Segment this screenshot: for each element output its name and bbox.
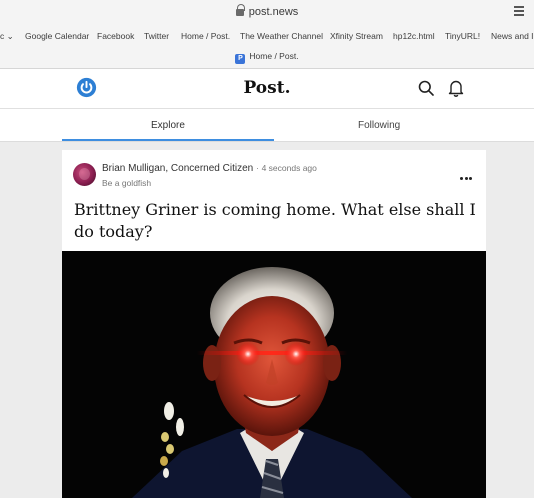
- post-favicon-icon: P: [235, 54, 246, 64]
- avatar[interactable]: [73, 163, 96, 186]
- browser-chrome: post.news c ⌄ Google Calendar Facebook T…: [0, 0, 534, 69]
- bookmark-item[interactable]: TinyURL!: [445, 31, 480, 41]
- bookmark-item[interactable]: Twitter: [144, 31, 169, 41]
- url-text: post.news: [248, 6, 299, 18]
- browser-tab[interactable]: P Home / Post.: [0, 51, 534, 64]
- tab-following[interactable]: Following: [358, 120, 400, 131]
- address-bar[interactable]: post.news: [0, 4, 534, 18]
- page-background: [486, 142, 534, 498]
- feed-tabs: Explore Following: [0, 109, 534, 142]
- search-icon[interactable]: [418, 80, 434, 96]
- more-options-icon[interactable]: [460, 167, 474, 180]
- active-tab-indicator: [62, 139, 274, 141]
- separator: ·: [255, 163, 259, 173]
- post-text: Brittney Griner is coming home. What els…: [74, 200, 476, 241]
- hamburger-menu-icon[interactable]: [514, 6, 524, 18]
- site-header: Post.: [0, 69, 534, 109]
- post-image[interactable]: [62, 251, 486, 498]
- bookmarks-bar: c ⌄ Google Calendar Facebook Twitter Hom…: [0, 31, 534, 45]
- photo-man-laser-eyes-icon: [132, 267, 412, 498]
- bookmark-item[interactable]: Xfinity Stream: [330, 31, 383, 41]
- post-author-line: Brian Mulligan, Concerned Citizen · 4 se…: [102, 163, 317, 174]
- bookmark-item[interactable]: c ⌄: [0, 31, 14, 42]
- lock-icon: [235, 4, 245, 16]
- tab-explore[interactable]: Explore: [151, 120, 185, 131]
- author-bio: Be a goldfish: [102, 178, 152, 188]
- bookmark-item[interactable]: hp12c.html: [393, 31, 435, 41]
- author-name[interactable]: Brian Mulligan, Concerned Citizen: [102, 163, 253, 174]
- bookmark-item[interactable]: Google Calendar: [25, 31, 89, 41]
- bookmark-item[interactable]: The Weather Channel: [240, 31, 323, 41]
- bookmark-item[interactable]: Facebook: [97, 31, 134, 41]
- bookmark-item[interactable]: Home / Post.: [181, 31, 230, 41]
- bookmark-item[interactable]: News and In: [491, 31, 534, 41]
- bell-icon[interactable]: [448, 79, 464, 97]
- tab-title: Home / Post.: [249, 51, 299, 61]
- post-time[interactable]: 4 seconds ago: [262, 163, 317, 173]
- post-card: Brian Mulligan, Concerned Citizen · 4 se…: [62, 150, 486, 498]
